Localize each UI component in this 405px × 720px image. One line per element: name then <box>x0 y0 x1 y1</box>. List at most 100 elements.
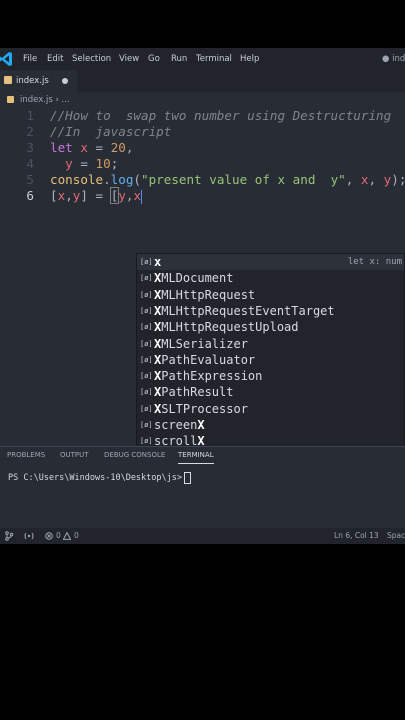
source-control-icon[interactable] <box>4 531 14 541</box>
variable-symbol-icon: [ø] <box>140 323 153 332</box>
variable-x: x <box>360 172 369 187</box>
tab-label: index.js <box>16 76 49 86</box>
number-literal: 10 <box>95 156 111 171</box>
suggestion-item[interactable]: [ø] XMLSerializer <box>137 336 404 352</box>
broadcast-icon[interactable] <box>24 532 34 540</box>
code-line-6[interactable]: [x,y] = [y,x <box>50 187 143 204</box>
suggestion-rest: PathResult <box>161 385 234 400</box>
tab-terminal[interactable]: TERMINAL <box>178 447 214 464</box>
suggestion-item[interactable]: [ø] XPathEvaluator <box>137 352 404 368</box>
warning-icon[interactable] <box>63 532 71 540</box>
code-line-1[interactable]: //How to swap two number using Destructu… <box>50 108 391 124</box>
breadcrumb-separator: › ... <box>55 95 70 105</box>
variable-symbol-icon: [ø] <box>140 355 153 364</box>
cursor-position[interactable]: Ln 6, Col 13 <box>334 528 379 544</box>
unsaved-dot-icon[interactable] <box>62 78 68 84</box>
menu-file[interactable]: File <box>23 48 37 70</box>
string-literal: "present value of x and y" <box>141 172 346 187</box>
breadcrumb: index.js › ... <box>0 92 405 108</box>
vscode-window: File Edit Selection View Go Run Terminal… <box>0 48 405 544</box>
keyword-let: let <box>50 140 73 155</box>
punctuation: ] = <box>80 188 111 203</box>
suggestion-item[interactable]: [ø] XPathExpression <box>137 368 404 384</box>
punctuation: ( <box>133 172 142 187</box>
line-number: 5 <box>26 172 34 187</box>
suggestion-rest: PathEvaluator <box>161 352 256 367</box>
tab-output[interactable]: OUTPUT <box>60 447 89 463</box>
menu-help[interactable]: Help <box>240 48 259 70</box>
variable-symbol-icon: [ø] <box>140 290 153 299</box>
line-number: 1 <box>26 108 34 123</box>
bottom-panel: PROBLEMS OUTPUT DEBUG CONSOLE TERMINAL P… <box>0 446 405 529</box>
code-line-3[interactable]: let x = 20, <box>50 140 133 156</box>
punctuation: . <box>103 172 111 187</box>
menu-terminal[interactable]: Terminal <box>196 48 232 70</box>
suggestion-item[interactable]: [ø] XSLTProcessor <box>137 401 404 417</box>
line-number-active: 6 <box>26 188 34 203</box>
suggestion-item[interactable]: [ø] XMLDocument <box>137 270 404 286</box>
terminal-output[interactable]: PS C:\Users\Windows-10\Desktop\js> <box>8 471 191 485</box>
suggestion-rest: MLHttpRequestUpload <box>161 320 299 335</box>
suggestion-rest: MLSerializer <box>161 336 248 351</box>
punctuation: , <box>125 188 134 203</box>
breadcrumb-filename[interactable]: index.js <box>20 95 53 105</box>
menu-go[interactable]: Go <box>148 48 160 70</box>
breadcrumb-file[interactable]: index.js › ... <box>20 92 70 108</box>
variable-x: x <box>80 140 88 155</box>
variable-y: y <box>118 188 126 203</box>
object-console: console <box>50 172 104 187</box>
menu-selection[interactable]: Selection <box>72 48 111 70</box>
error-icon[interactable] <box>45 532 53 540</box>
suggestion-item[interactable]: [ø] XMLHttpRequestEventTarget <box>137 303 404 319</box>
punctuation: , <box>125 140 134 155</box>
variable-symbol-icon: [ø] <box>140 258 153 266</box>
variable-symbol-icon: [ø] <box>140 306 153 315</box>
comment: //In javascript <box>50 124 172 139</box>
punctuation: , <box>345 172 361 187</box>
suggestion-label: XMLHttpRequestEventTarget <box>154 303 335 319</box>
suggestion-item[interactable]: [ø] screenX <box>137 417 404 433</box>
variable-symbol-icon: [ø] <box>140 372 153 381</box>
warning-count[interactable]: 0 <box>74 528 79 544</box>
suggestion-label: XPathEvaluator <box>154 352 255 368</box>
terminal-prompt: PS C:\Users\Windows-10\Desktop\js> <box>8 473 182 483</box>
function-log: log <box>110 172 134 187</box>
window-title-fragment: ● inde <box>382 54 405 64</box>
terminal-cursor <box>184 471 191 484</box>
status-bar: 0 0 Ln 6, Col 13 Spac <box>0 528 405 544</box>
editor-tab-bar: index.js <box>0 70 405 92</box>
suggestion-prefix: screen <box>154 418 198 432</box>
javascript-file-icon <box>7 96 14 103</box>
suggestion-label: screenX <box>154 417 205 433</box>
operator: = <box>87 140 111 155</box>
tab-debug-console[interactable]: DEBUG CONSOLE <box>104 447 165 463</box>
number-literal: 20 <box>110 140 126 155</box>
tab-index-js[interactable]: index.js <box>0 70 77 92</box>
suggestion-rest: MLHttpRequest <box>161 287 256 302</box>
code-line-4[interactable]: y = 10; <box>50 156 118 172</box>
code-line-2[interactable]: //In javascript <box>50 124 171 140</box>
menu-edit[interactable]: Edit <box>47 48 63 70</box>
suggestion-rest: MLHttpRequestEventTarget <box>161 303 335 318</box>
suggestion-label: x <box>154 254 161 270</box>
bracket: [ <box>50 188 58 203</box>
punctuation: ); <box>391 172 405 187</box>
code-line-5[interactable]: console.log("present value of x and y", … <box>50 172 405 188</box>
suggestion-item[interactable]: [ø] x let x: num <box>137 254 404 271</box>
indentation-setting[interactable]: Spac <box>387 528 405 544</box>
variable-symbol-icon: [ø] <box>140 339 153 348</box>
suggestion-label: XMLSerializer <box>154 336 248 352</box>
text-cursor <box>141 189 143 204</box>
punctuation: , <box>368 172 384 187</box>
suggestion-match: X <box>197 418 205 432</box>
suggestion-label: XSLTProcessor <box>154 401 248 417</box>
suggestion-item[interactable]: [ø] XMLHttpRequest <box>137 287 404 303</box>
menu-view[interactable]: View <box>119 48 139 70</box>
autocomplete-widget[interactable]: [ø] x let x: num [ø] XMLDocument [ø] XMLHttpRe… <box>136 253 405 449</box>
menu-run[interactable]: Run <box>171 48 187 70</box>
suggestion-rest: SLTProcessor <box>161 401 248 416</box>
suggestion-item[interactable]: [ø] XPathResult <box>137 384 404 400</box>
error-count[interactable]: 0 <box>56 528 61 544</box>
tab-problems[interactable]: PROBLEMS <box>7 447 45 463</box>
suggestion-item[interactable]: [ø] XMLHttpRequestUpload <box>137 319 404 335</box>
